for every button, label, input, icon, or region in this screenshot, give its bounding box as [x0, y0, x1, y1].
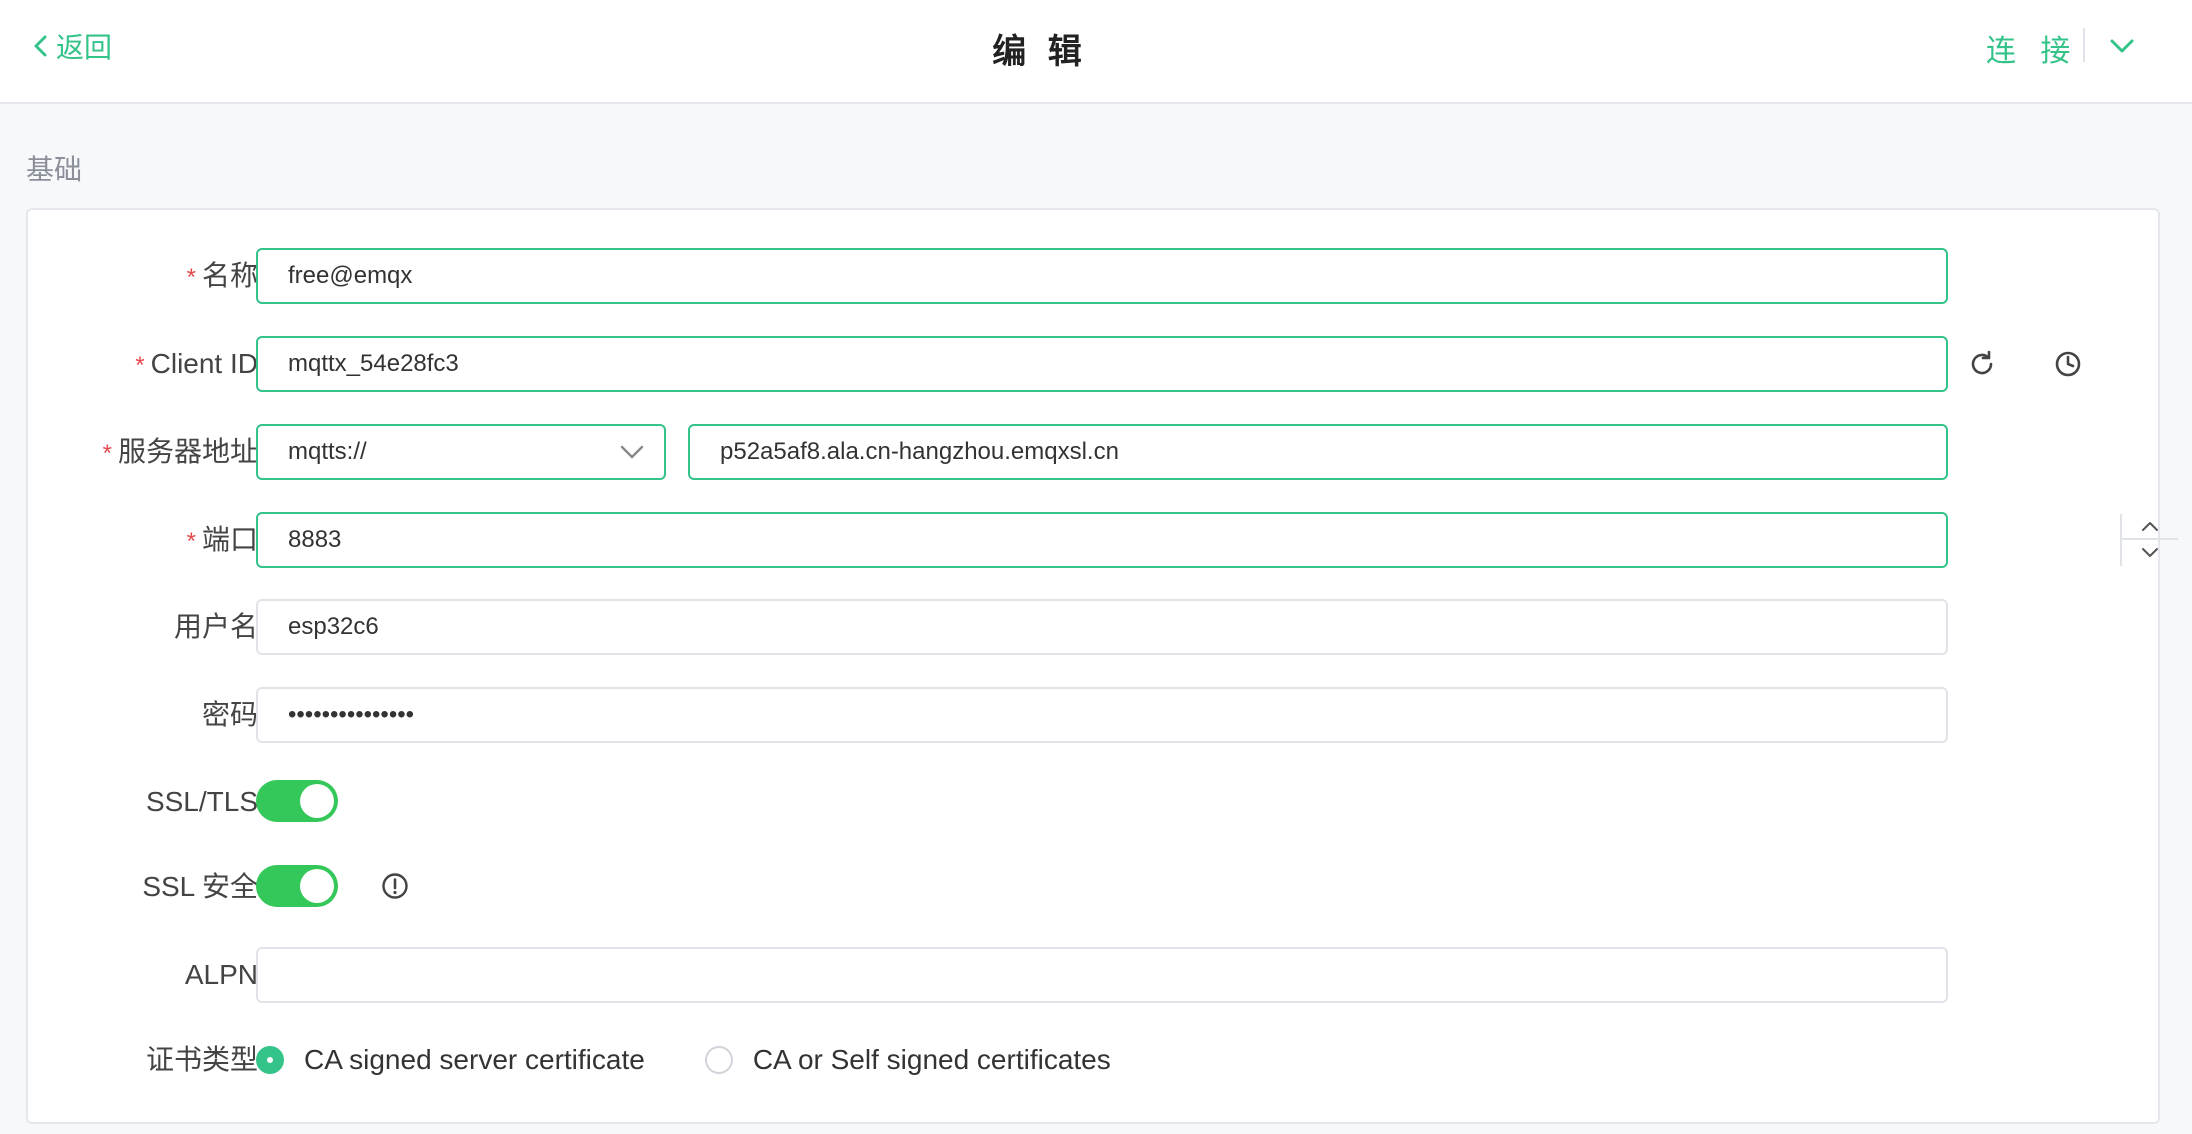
ssl-secure-label: SSL 安全	[142, 871, 258, 902]
alpn-label: ALPN	[184, 959, 258, 990]
name-input[interactable]: free@emqx	[256, 248, 1948, 304]
radio-ca-signed-server[interactable]: CA signed server certificate	[256, 1044, 645, 1076]
ssl-secure-row: SSL 安全	[28, 859, 2162, 915]
alpn-input[interactable]	[256, 947, 1948, 1003]
ssl-secure-toggle[interactable]	[256, 865, 338, 907]
server-label: * 服务器地址	[102, 436, 258, 467]
client-id-input[interactable]: mqttx_54e28fc3	[256, 336, 1948, 392]
port-stepper	[2120, 514, 2178, 566]
cert-type-row: 证书类型 CA signed server certificate CA or …	[28, 1032, 2162, 1088]
cert-type-radio-group: CA signed server certificate CA or Self …	[256, 1032, 1111, 1088]
radio-label: CA or Self signed certificates	[752, 1044, 1111, 1075]
chevron-down-icon[interactable]	[2106, 30, 2138, 62]
radio-button-checked	[256, 1046, 284, 1074]
chevron-up-icon	[2142, 522, 2158, 531]
radio-label: CA signed server certificate	[304, 1044, 645, 1075]
port-label: * 端口	[186, 524, 258, 555]
radio-ca-or-self-signed[interactable]: CA or Self signed certificates	[704, 1044, 1111, 1076]
ssl-tls-toggle[interactable]	[256, 780, 338, 822]
password-row: 密码 •••••••••••••••	[28, 687, 2162, 743]
decrement-button[interactable]	[2122, 540, 2178, 566]
password-input[interactable]: •••••••••••••••	[256, 687, 1948, 743]
divider	[2083, 28, 2085, 62]
ssl-tls-row: SSL/TLS	[28, 774, 2162, 830]
client-id-row: * Client ID mqttx_54e28fc3	[28, 336, 2162, 392]
ssl-tls-label: SSL/TLS	[145, 786, 258, 817]
toggle-knob	[300, 869, 334, 903]
section-title: 基础	[26, 154, 83, 185]
clock-icon[interactable]	[2052, 348, 2084, 380]
port-input[interactable]: 8883	[256, 512, 2178, 568]
chevron-down-icon	[620, 445, 644, 459]
password-label: 密码	[201, 699, 258, 730]
connect-button[interactable]: 连 接	[1986, 26, 2078, 70]
port-value: 8883	[288, 526, 342, 553]
host-input[interactable]: p52a5af8.ala.cn-hangzhou.emqxsl.cn	[688, 424, 1948, 480]
cert-type-label: 证书类型	[145, 1044, 258, 1075]
refresh-icon[interactable]	[1966, 348, 1998, 380]
protocol-select[interactable]: mqtts://	[256, 424, 666, 480]
username-input[interactable]: esp32c6	[256, 599, 1948, 655]
name-row: * 名称 free@emqx	[28, 248, 2162, 304]
info-icon[interactable]	[380, 871, 410, 901]
page-title: 编 辑	[992, 33, 1088, 71]
increment-button[interactable]	[2122, 514, 2178, 540]
toggle-knob	[300, 784, 334, 818]
name-label: * 名称	[186, 260, 258, 291]
basic-settings-card: * 名称 free@emqx * Client ID mqttx_54e28fc3 …	[26, 208, 2178, 1124]
username-row: 用户名 esp32c6	[28, 599, 2162, 655]
alpn-row: ALPN	[28, 947, 2162, 1003]
port-row: * 端口 8883	[28, 512, 2178, 568]
protocol-value: mqtts://	[288, 438, 367, 465]
chevron-down-icon	[2142, 548, 2158, 557]
username-label: 用户名	[173, 611, 258, 642]
top-bar: 返回 编 辑 连 接	[0, 0, 2192, 104]
radio-button	[704, 1046, 733, 1074]
server-row: * 服务器地址 mqtts:// p52a5af8.ala.cn-hangzhou…	[28, 424, 2162, 480]
client-id-label: * Client ID	[135, 348, 258, 379]
